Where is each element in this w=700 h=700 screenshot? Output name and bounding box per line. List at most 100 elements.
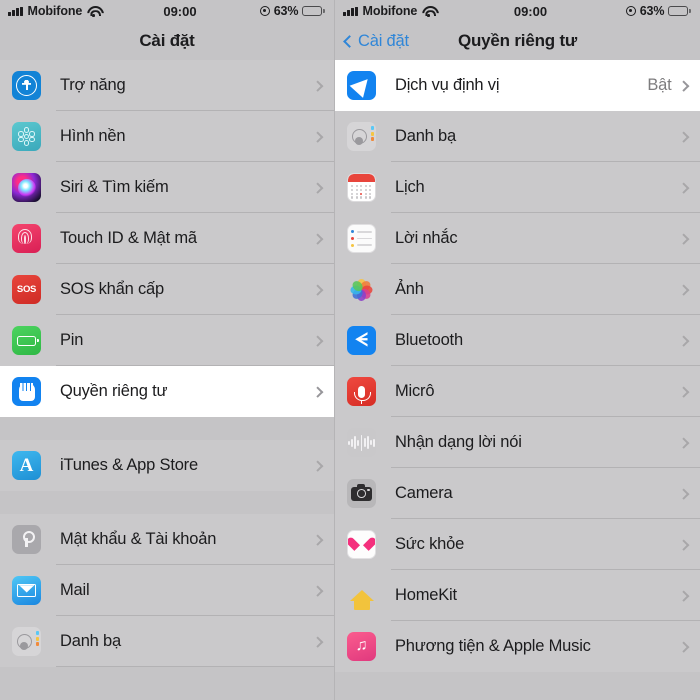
status-bar-right: Mobifone 09:00 63% — [335, 0, 700, 22]
row-label: Danh bạ — [395, 127, 456, 145]
contacts-icon — [12, 627, 41, 656]
settings-section-3: Mật khẩu & Tài khoản Mail Danh bạ — [0, 514, 334, 667]
wifi-icon — [422, 6, 435, 17]
chevron-right-icon — [677, 437, 689, 448]
back-button-label: Cài đặt — [358, 31, 409, 50]
chevron-right-icon — [311, 233, 323, 244]
calendar-icon — [347, 173, 376, 202]
location-services-indicator-icon — [259, 6, 270, 16]
battery-settings-icon — [12, 326, 41, 355]
chevron-right-icon — [677, 488, 689, 499]
privacy-list: Dịch vụ định vị Bật Danh bạ Lịch Lời nhắ… — [335, 60, 700, 672]
row-label: Siri & Tìm kiếm — [60, 178, 169, 196]
dual-screenshot-container: Mobifone 09:00 63% Cài đặt Trợ năng Hình… — [0, 0, 700, 700]
privacy-section: Dịch vụ định vị Bật Danh bạ Lịch Lời nhắ… — [335, 60, 700, 672]
reminders-icon — [347, 224, 376, 253]
photos-icon — [347, 275, 376, 304]
homekit-icon — [347, 581, 376, 610]
battery-percent-label: 63% — [273, 4, 299, 18]
camera-icon — [347, 479, 376, 508]
row-label: Dịch vụ định vị — [395, 76, 500, 94]
row-label: Bluetooth — [395, 331, 463, 349]
row-label: Mail — [60, 581, 90, 599]
wallpaper-icon — [12, 122, 41, 151]
chevron-left-icon — [343, 34, 356, 48]
chevron-right-icon — [677, 284, 689, 295]
carrier-label: Mobifone — [27, 4, 83, 18]
cellular-bars-icon — [8, 6, 23, 16]
row-speech-recognition[interactable]: Nhận dạng lời nói — [335, 417, 700, 468]
row-health[interactable]: Sức khỏe — [335, 519, 700, 570]
touch-id-icon — [12, 224, 41, 253]
chevron-right-icon — [677, 80, 689, 91]
row-label: Touch ID & Mật mã — [60, 229, 197, 247]
battery-percent-label: 63% — [639, 4, 665, 18]
row-media-apple-music[interactable]: ♫ Phương tiện & Apple Music — [335, 621, 700, 672]
row-calendar[interactable]: Lịch — [335, 162, 700, 213]
row-label: SOS khẩn cấp — [60, 280, 164, 298]
row-label: HomeKit — [395, 586, 457, 604]
sidebar-item-siri-search[interactable]: Siri & Tìm kiếm — [0, 162, 334, 213]
chevron-right-icon — [311, 460, 323, 471]
clock-label: 09:00 — [513, 3, 548, 19]
sidebar-item-itunes-app-store[interactable]: A iTunes & App Store — [0, 440, 334, 491]
row-label: Mật khẩu & Tài khoản — [60, 530, 217, 548]
row-camera[interactable]: Camera — [335, 468, 700, 519]
row-contacts[interactable]: Danh bạ — [335, 111, 700, 162]
sidebar-item-touch-id[interactable]: Touch ID & Mật mã — [0, 213, 334, 264]
apple-music-icon: ♫ — [347, 632, 376, 661]
settings-section-1: Trợ năng Hình nền Siri & Tìm kiếm Touch … — [0, 60, 334, 417]
row-label: Hình nền — [60, 127, 126, 145]
sidebar-item-privacy[interactable]: Quyền riêng tư — [0, 366, 334, 417]
chevron-right-icon — [677, 590, 689, 601]
row-location-services[interactable]: Dịch vụ định vị Bật — [335, 60, 700, 111]
row-label: Micrô — [395, 382, 435, 400]
chevron-right-icon — [677, 233, 689, 244]
row-homekit[interactable]: HomeKit — [335, 570, 700, 621]
sidebar-item-emergency-sos[interactable]: SOS SOS khẩn cấp — [0, 264, 334, 315]
location-services-indicator-icon — [625, 6, 636, 16]
sidebar-item-battery[interactable]: Pin — [0, 315, 334, 366]
wifi-icon — [87, 6, 100, 17]
sidebar-item-wallpaper[interactable]: Hình nền — [0, 111, 334, 162]
privacy-hand-icon — [12, 377, 41, 406]
carrier-label: Mobifone — [362, 4, 418, 18]
chevron-right-icon — [311, 585, 323, 596]
passwords-key-icon — [12, 525, 41, 554]
chevron-right-icon — [311, 182, 323, 193]
sidebar-item-contacts[interactable]: Danh bạ — [0, 616, 334, 667]
battery-icon — [668, 6, 691, 16]
row-label: Camera — [395, 484, 453, 502]
bluetooth-icon: ᗕ — [347, 326, 376, 355]
status-bar-left: Mobifone 09:00 63% — [0, 0, 334, 22]
row-label: Quyền riêng tư — [60, 382, 168, 400]
row-value: Bật — [647, 76, 672, 94]
row-reminders[interactable]: Lời nhắc — [335, 213, 700, 264]
row-bluetooth[interactable]: ᗕ Bluetooth — [335, 315, 700, 366]
clock-label: 09:00 — [163, 3, 197, 19]
back-button[interactable]: Cài đặt — [343, 31, 409, 51]
row-photos[interactable]: Ảnh — [335, 264, 700, 315]
page-title: Cài đặt — [139, 31, 195, 50]
sos-icon: SOS — [12, 275, 41, 304]
row-label: Nhận dạng lời nói — [395, 433, 522, 451]
contacts-icon — [347, 122, 376, 151]
chevron-right-icon — [311, 386, 323, 397]
row-microphone[interactable]: Micrô — [335, 366, 700, 417]
sidebar-item-passwords-accounts[interactable]: Mật khẩu & Tài khoản — [0, 514, 334, 565]
row-label: iTunes & App Store — [60, 456, 198, 474]
sidebar-item-accessibility[interactable]: Trợ năng — [0, 60, 334, 111]
row-label: Lịch — [395, 178, 425, 196]
mail-icon — [12, 576, 41, 605]
status-bar-left-group: Mobifone — [343, 4, 435, 18]
sidebar-item-mail[interactable]: Mail — [0, 565, 334, 616]
privacy-screen: Mobifone 09:00 63% Cài đặt Quyền riêng t… — [335, 0, 700, 700]
row-label: Pin — [60, 331, 84, 349]
status-bar-left-group: Mobifone — [8, 4, 100, 18]
row-label: Trợ năng — [60, 76, 126, 94]
status-bar-right-group: 63% — [625, 4, 691, 18]
cellular-bars-icon — [343, 6, 358, 16]
row-label: Ảnh — [395, 280, 424, 298]
chevron-right-icon — [677, 386, 689, 397]
